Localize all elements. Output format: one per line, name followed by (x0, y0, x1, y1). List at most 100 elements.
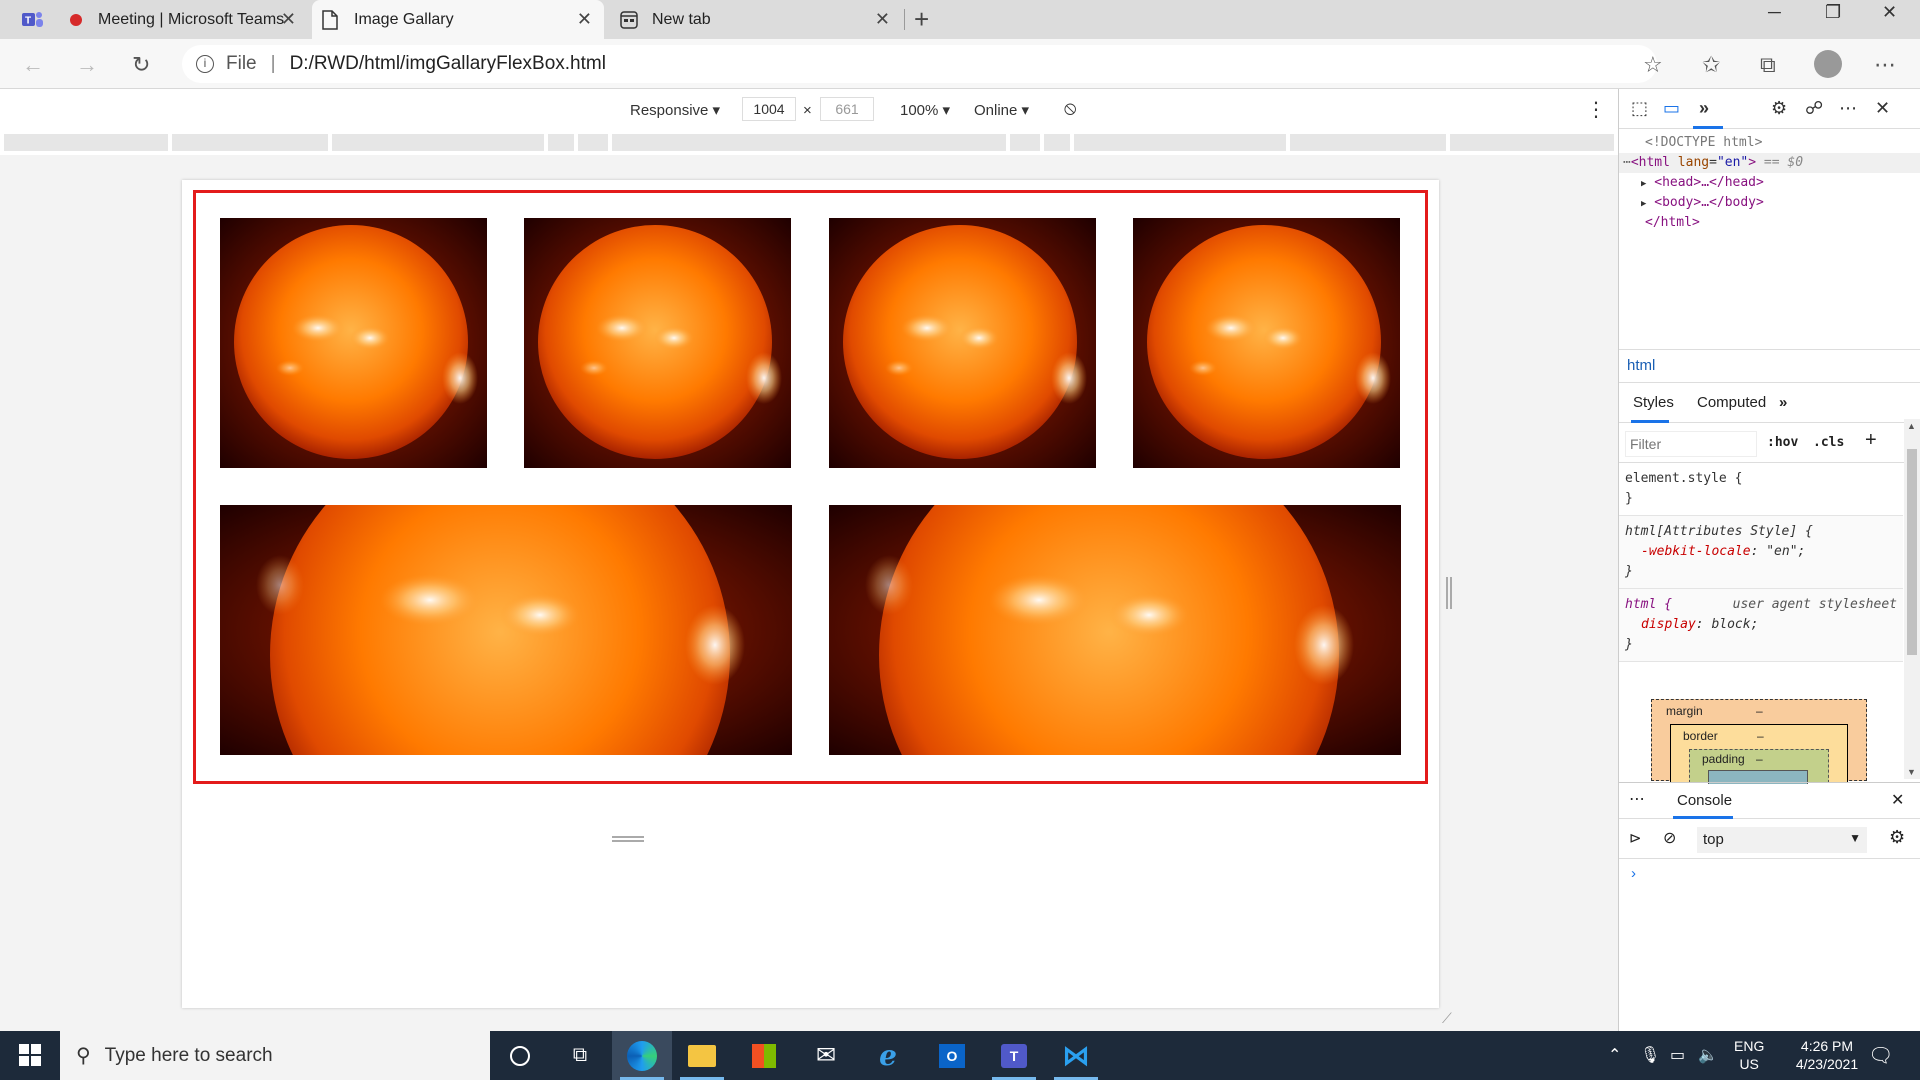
rule-html-ua[interactable]: html {user agent stylesheet display: blo… (1619, 589, 1903, 662)
media-query-segment[interactable] (1010, 134, 1040, 151)
internet-explorer-app[interactable]: e (858, 1031, 918, 1080)
close-drawer-icon[interactable]: ✕ (1891, 790, 1904, 810)
clock[interactable]: 4:26 PM 4/23/2021 (1782, 1037, 1872, 1080)
hov-toggle[interactable]: :hov (1767, 435, 1798, 450)
rule-element-style[interactable]: element.style { } (1619, 463, 1903, 516)
tab-computed[interactable]: Computed (1697, 394, 1766, 411)
media-query-segment[interactable] (1074, 134, 1286, 151)
vscode-app[interactable]: ⋈ (1046, 1031, 1106, 1080)
viewport-resize-handle-right[interactable] (1446, 577, 1452, 609)
new-tab-button[interactable]: + (914, 4, 929, 35)
store-app[interactable] (734, 1031, 794, 1080)
minimize-icon[interactable]: ─ (1768, 2, 1781, 23)
file-explorer-app[interactable] (672, 1031, 732, 1080)
tab-image-gallary[interactable]: Image Gallary ✕ (312, 0, 604, 39)
more-tabs-icon[interactable]: » (1699, 98, 1709, 119)
forward-icon[interactable]: → (76, 52, 98, 78)
console-settings-icon[interactable]: ⚙ (1889, 827, 1905, 848)
taskbar-search-box[interactable]: ⚲ Type here to search (60, 1031, 490, 1080)
info-icon[interactable]: i (196, 55, 214, 73)
console-prompt[interactable]: › (1619, 859, 1920, 888)
scroll-up-icon[interactable]: ▲ (1907, 421, 1916, 431)
refresh-icon[interactable]: ↻ (132, 52, 150, 78)
close-devtools-icon[interactable]: ✕ (1875, 98, 1890, 119)
box-model-padding-value[interactable]: – (1756, 752, 1763, 766)
dom-html-close[interactable]: </html> (1619, 213, 1920, 233)
tab-new-tab[interactable]: New tab ✕ (608, 0, 902, 39)
box-model-border-value[interactable]: – (1757, 729, 1764, 743)
cls-toggle[interactable]: .cls (1813, 435, 1844, 450)
throttle-dropdown[interactable]: Online ▾ (974, 101, 1029, 119)
close-icon[interactable]: ✕ (875, 9, 890, 30)
device-more-icon[interactable]: ⋮ (1586, 97, 1606, 122)
scroll-down-icon[interactable]: ▼ (1907, 767, 1916, 777)
show-sidebar-icon[interactable]: ⊳ (1629, 829, 1642, 847)
zoom-dropdown[interactable]: 100% ▾ (900, 101, 950, 119)
more-subtabs-icon[interactable]: » (1779, 394, 1787, 411)
rotate-icon[interactable]: ⦸ (1064, 98, 1076, 120)
favorites-list-icon[interactable]: ✩ (1702, 52, 1720, 78)
scrollbar-thumb[interactable] (1907, 449, 1917, 655)
styles-scrollbar[interactable]: ▲ ▼ (1904, 419, 1920, 779)
url-text[interactable]: D:/RWD/html/imgGallaryFlexBox.html (290, 53, 606, 75)
device-emulation-icon[interactable]: ▭ (1663, 98, 1680, 119)
media-query-segment[interactable] (578, 134, 608, 151)
media-query-segment[interactable] (1450, 134, 1614, 151)
box-model-margin-value[interactable]: – (1756, 704, 1763, 718)
volume-icon[interactable]: 🔈 (1698, 1045, 1718, 1080)
more-menu-icon[interactable]: ⋯ (1874, 52, 1896, 78)
cortana-button[interactable] (490, 1031, 550, 1080)
viewport-width-input[interactable]: 1004 (742, 97, 796, 121)
feedback-icon[interactable]: ☍ (1805, 98, 1823, 119)
tab-styles[interactable]: Styles (1633, 394, 1674, 411)
new-rule-icon[interactable]: + (1865, 429, 1877, 452)
network-icon[interactable]: ▭ (1670, 1045, 1685, 1080)
media-query-segment[interactable] (1290, 134, 1446, 151)
outlook-app[interactable]: O (922, 1031, 982, 1080)
notifications-icon[interactable]: 🗨 (1868, 1043, 1893, 1080)
edge-taskbar-app[interactable] (612, 1031, 672, 1080)
show-hidden-icons[interactable]: ⌃ (1608, 1045, 1621, 1080)
profile-avatar[interactable] (1814, 50, 1842, 78)
teams-app[interactable]: T (984, 1031, 1044, 1080)
close-icon[interactable]: ✕ (281, 9, 296, 30)
devtools-menu-icon[interactable]: ⋯ (1839, 98, 1857, 119)
device-mode-dropdown[interactable]: Responsive ▾ (630, 101, 720, 119)
start-button[interactable] (0, 1031, 60, 1080)
viewport-height-input[interactable]: 661 (820, 97, 874, 121)
task-view-button[interactable]: ⧉ (550, 1031, 610, 1080)
tab-console[interactable]: Console (1677, 792, 1732, 809)
close-window-icon[interactable]: ✕ (1882, 2, 1897, 23)
media-query-segment[interactable] (332, 134, 544, 151)
inspect-element-icon[interactable]: ⬚ (1631, 98, 1648, 119)
styles-filter-input[interactable] (1625, 431, 1757, 457)
dom-node-html-selected[interactable]: ⋯<html lang="en"> == $0 (1619, 153, 1920, 173)
breadcrumb-html[interactable]: html (1627, 357, 1655, 374)
collections-icon[interactable]: ⧉ (1760, 52, 1776, 78)
drawer-menu-icon[interactable]: ⋯ (1629, 789, 1645, 809)
breadcrumb[interactable]: html (1619, 349, 1920, 383)
settings-gear-icon[interactable]: ⚙ (1771, 98, 1787, 119)
tab-teams-meeting[interactable]: T Meeting | Microsoft Teams ✕ (8, 0, 308, 39)
language-indicator[interactable]: ENG US (1734, 1037, 1764, 1080)
microphone-icon[interactable]: 🎙 (1640, 1045, 1660, 1080)
media-query-segment[interactable] (4, 134, 168, 151)
media-query-bar[interactable] (0, 129, 1618, 155)
context-select[interactable]: top ▼ (1697, 827, 1867, 853)
favorite-star-icon[interactable]: ☆ (1643, 52, 1663, 78)
dom-node-head[interactable]: ▶ <head>…</head> (1619, 173, 1920, 193)
back-icon[interactable]: ← (22, 52, 44, 78)
media-query-segment[interactable] (548, 134, 574, 151)
clear-console-icon[interactable]: ⊘ (1663, 828, 1676, 848)
viewport-resize-handle-bottom[interactable] (612, 836, 644, 842)
dom-doctype[interactable]: <!DOCTYPE html> (1619, 133, 1920, 153)
close-icon[interactable]: ✕ (577, 9, 592, 30)
dom-node-body[interactable]: ▶ <body>…</body> (1619, 193, 1920, 213)
restore-icon[interactable]: ❐ (1825, 2, 1841, 23)
media-query-segment[interactable] (1044, 134, 1070, 151)
media-query-segment[interactable] (612, 134, 1006, 151)
rule-attributes-style[interactable]: html[Attributes Style] { -webkit-locale:… (1619, 516, 1903, 589)
viewport-corner-resize-icon[interactable]: ⟋ (1442, 1010, 1452, 1027)
media-query-segment[interactable] (172, 134, 328, 151)
address-bar[interactable]: i File | D:/RWD/html/imgGallaryFlexBox.h… (182, 45, 1657, 83)
